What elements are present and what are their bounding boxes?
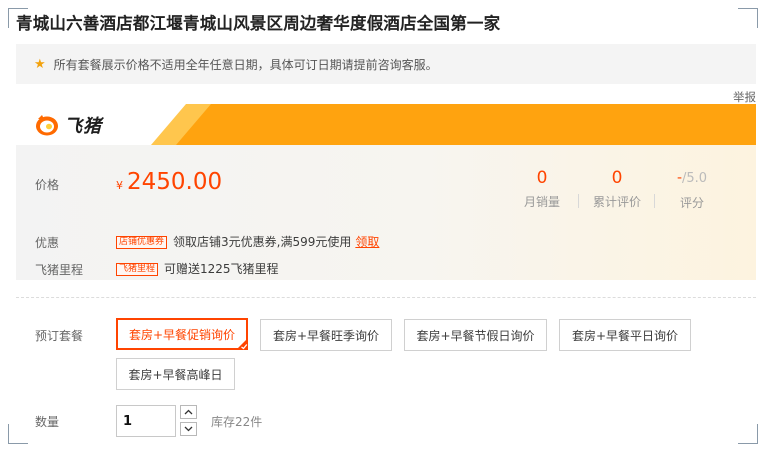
price-value: ¥2450.00: [116, 169, 222, 195]
quantity-increase-button[interactable]: [180, 405, 197, 419]
coupon-tag: 店铺优惠券: [116, 236, 168, 249]
stat-caption: 累计评价: [592, 195, 641, 209]
package-option-promo[interactable]: 套房+早餐促销询价: [116, 318, 248, 350]
stat-value: -/5.0: [666, 167, 718, 190]
currency-symbol: ¥: [116, 179, 123, 192]
stat-rating: -/5.0 评分: [666, 167, 718, 211]
chevron-down-icon: [184, 426, 193, 432]
miles-tag: 飞猪里程: [116, 263, 159, 276]
promo-label: 优惠: [35, 236, 60, 250]
stock-text: 库存22件: [211, 415, 263, 429]
stat-separator: [654, 194, 655, 208]
frame-corner-bottom-right: [738, 424, 758, 444]
stat-value: 0: [611, 168, 623, 188]
quantity-input[interactable]: [116, 405, 176, 437]
package-option-peak-day[interactable]: 套房+早餐高峰日: [116, 358, 235, 390]
product-title: 青城山六善酒店都江堰青城山风景区周边奢华度假酒店全国第一家: [16, 14, 501, 33]
package-option-label: 套房+早餐节假日询价: [416, 328, 535, 343]
stat-caption: 月销量: [523, 195, 560, 209]
price-number: 2450.00: [127, 169, 223, 195]
notice-bar: ★ 所有套餐展示价格不适用全年任意日期，具体可订日期请提前咨询客服。: [16, 44, 756, 84]
stat-value: 0: [536, 168, 548, 188]
package-option-label: 套房+早餐平日询价: [571, 328, 679, 343]
miles-label: 飞猪里程: [35, 263, 84, 277]
miles-row: 飞猪里程 可赠送1225飞猪里程: [116, 260, 279, 277]
fliggy-logo: 飞猪: [34, 112, 102, 138]
package-option-label: 套房+早餐高峰日: [128, 367, 223, 382]
notice-text: 所有套餐展示价格不适用全年任意日期，具体可订日期请提前咨询客服。: [53, 57, 438, 72]
stat-caption: 评分: [679, 196, 704, 210]
rating-suffix: /5.0: [682, 171, 708, 186]
package-option-holiday[interactable]: 套房+早餐节假日询价: [404, 319, 547, 351]
stat-monthly-sales: 0 月销量: [516, 167, 568, 210]
fliggy-logo-icon: [36, 115, 58, 136]
frame-corner-bottom-left: [8, 424, 28, 444]
price-panel: 价格 ¥2450.00 0 月销量 0 累计评价 -/5.0 评分 优惠 店铺优…: [16, 145, 756, 280]
chevron-up-icon: [184, 409, 193, 415]
package-label: 预订套餐: [35, 329, 84, 343]
claim-coupon-link[interactable]: 领取: [355, 235, 379, 249]
package-option-peak-season[interactable]: 套房+早餐旺季询价: [260, 319, 392, 351]
brand-bar: 飞猪: [16, 104, 756, 145]
check-corner-icon: [236, 338, 248, 350]
frame-corner-top-right: [738, 8, 758, 28]
stat-separator: [578, 194, 579, 208]
star-icon: ★: [34, 56, 46, 72]
promo-text: 领取店铺3元优惠券,满599元使用: [173, 235, 352, 249]
report-link[interactable]: 举报: [733, 89, 756, 105]
package-option-label: 套房+早餐旺季询价: [272, 328, 380, 343]
promo-row: 店铺优惠券 领取店铺3元优惠券,满599元使用 领取: [116, 233, 379, 250]
package-option-weekday[interactable]: 套房+早餐平日询价: [559, 319, 691, 351]
brand-name: 飞猪: [64, 116, 102, 137]
quantity-decrease-button[interactable]: [180, 422, 197, 436]
stat-total-reviews[interactable]: 0 累计评价: [589, 167, 645, 210]
package-option-label: 套房+早餐促销询价: [128, 327, 236, 342]
section-divider: [16, 297, 756, 298]
brand-stripe: [151, 104, 756, 145]
miles-text: 可赠送1225飞猪里程: [164, 262, 279, 276]
price-label: 价格: [35, 178, 60, 192]
quantity-label: 数量: [35, 415, 60, 429]
